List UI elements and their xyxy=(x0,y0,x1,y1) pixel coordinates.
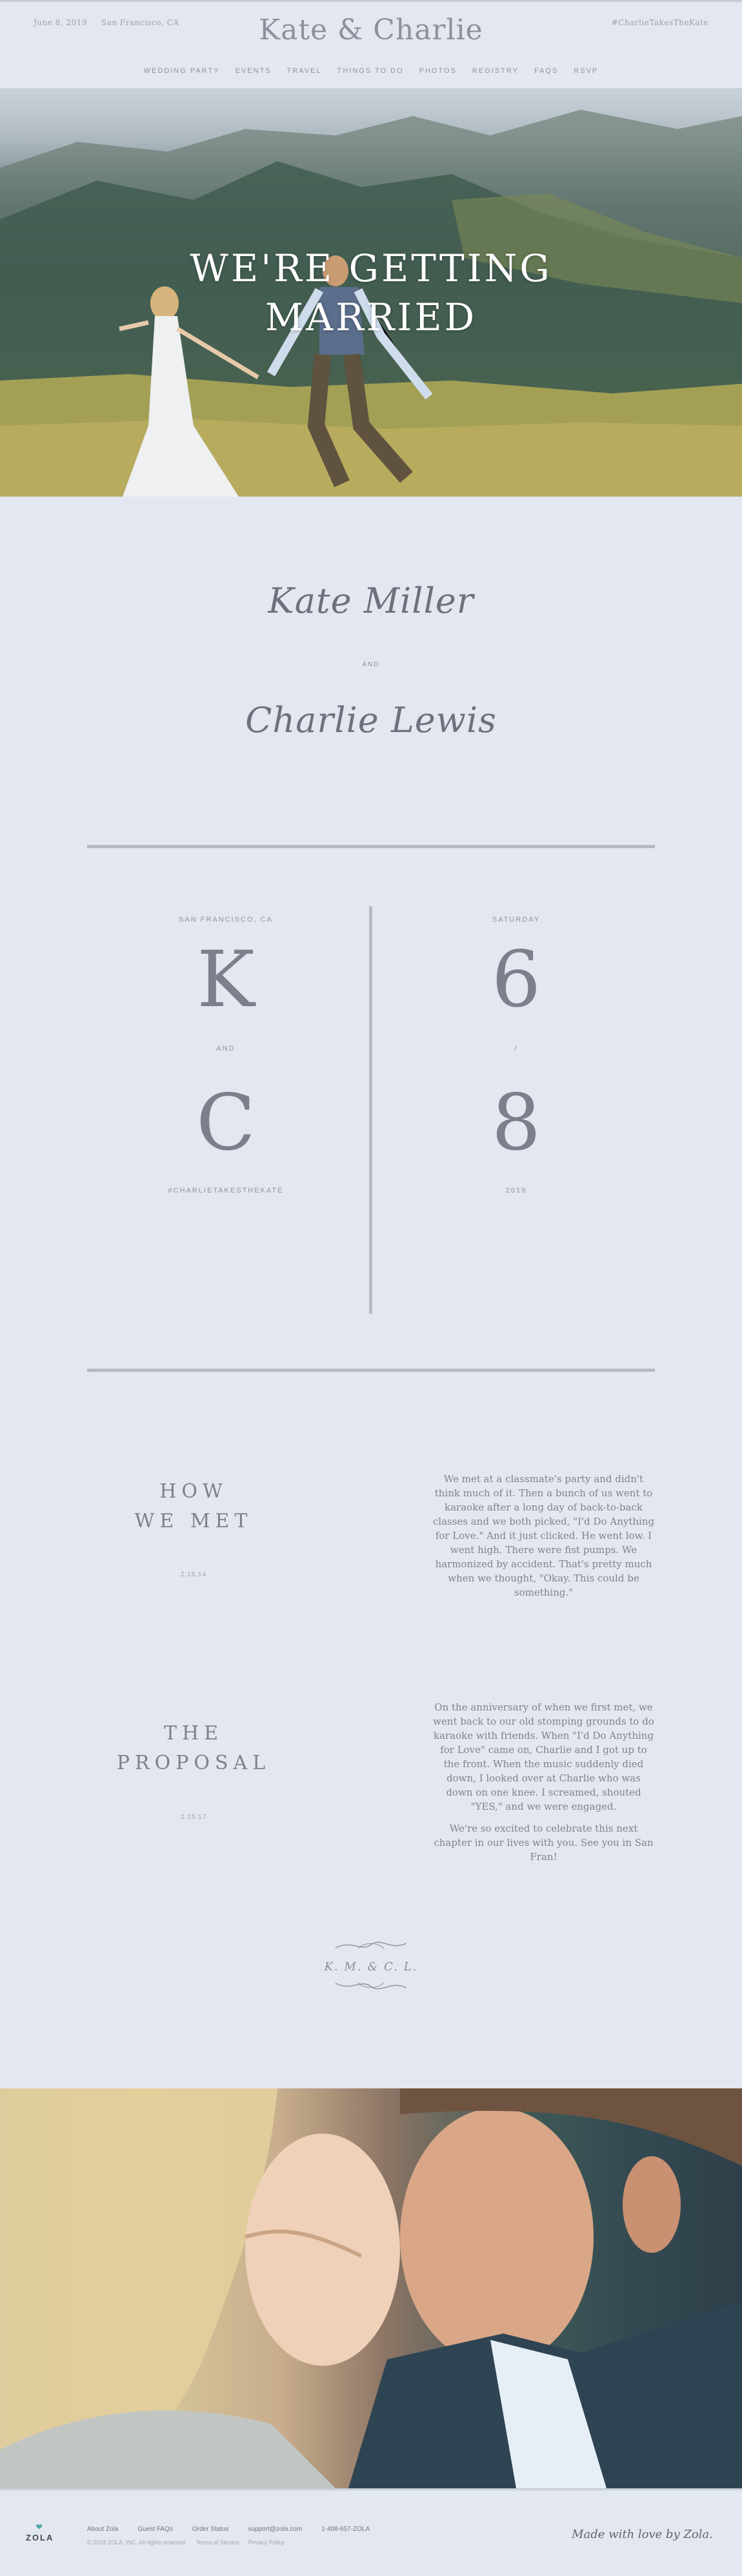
nav-things-to-do[interactable]: THINGS TO DO xyxy=(337,67,404,75)
couple-photo xyxy=(0,2088,742,2488)
footer-legal: © 2018 ZOLA, INC. All rights reserved. T… xyxy=(87,2539,285,2546)
footer-link-about[interactable]: About Zola xyxy=(87,2526,118,2533)
how-we-met-heading-line2: WE MET xyxy=(134,1510,253,1532)
monogram-location: SAN FRANCISCO, CA xyxy=(179,916,273,924)
how-we-met-text: We met at a classmate's party and didn't… xyxy=(432,1473,655,1598)
footer-copyright: © 2018 ZOLA, INC. All rights reserved. xyxy=(87,2539,187,2546)
footer-link-phone[interactable]: 1-408-657-ZOLA xyxy=(321,2526,370,2533)
site-footer: ❤ ZOLA About Zola Guest FAQs Order Statu… xyxy=(0,2488,742,2576)
flourish-bottom-icon xyxy=(335,1982,407,1990)
monogram-column: SAN FRANCISCO, CA K AND C #CHARLIETAKEST… xyxy=(90,916,361,1194)
how-we-met-date: 2.15.14 xyxy=(180,1571,207,1578)
footer-link-guest-faqs[interactable]: Guest FAQs xyxy=(137,2526,172,2533)
monogram-and: AND xyxy=(216,1045,236,1053)
footer-links: About Zola Guest FAQs Order Status suppo… xyxy=(87,2526,370,2533)
hero-image: WE'RE GETTING MARRIED xyxy=(0,90,742,497)
monogram-hashtag: #CHARLIETAKESTHEKATE xyxy=(168,1187,284,1194)
main-nav: WEDDING PARTY EVENTS TRAVEL THINGS TO DO… xyxy=(0,67,742,75)
monogram-initial-1: K xyxy=(197,935,255,1025)
header-hashtag: #CharlieTakesTheKate xyxy=(611,18,708,27)
date-day: 8 xyxy=(491,1078,541,1168)
flourish-top-icon xyxy=(335,1941,407,1949)
proposal-heading-line1: THE xyxy=(163,1722,224,1745)
date-month: 6 xyxy=(491,935,541,1025)
hero-title-line1: WE'RE GETTING xyxy=(190,246,552,290)
hero-title: WE'RE GETTING MARRIED xyxy=(0,244,742,342)
hero-title-line2: MARRIED xyxy=(265,295,477,339)
how-we-met-heading: HOW WE MET xyxy=(87,1477,300,1536)
divider-vertical xyxy=(369,906,372,1314)
footer-link-order-status[interactable]: Order Status xyxy=(192,2526,229,2533)
nav-rsvp[interactable]: RSVP xyxy=(574,67,598,75)
footer-privacy-link[interactable]: Privacy Policy xyxy=(248,2539,285,2546)
heart-icon: ❤ xyxy=(35,2522,44,2531)
couple-photo-illustration xyxy=(0,2088,742,2488)
footer-link-support-email[interactable]: support@zola.com xyxy=(248,2526,303,2533)
nav-photos[interactable]: PHOTOS xyxy=(419,67,457,75)
footer-terms-link[interactable]: Terms of Service xyxy=(196,2539,239,2546)
nav-wedding-party[interactable]: WEDDING PARTY xyxy=(144,67,220,75)
divider-top xyxy=(87,845,655,848)
divider-bottom xyxy=(87,1369,655,1372)
proposal-paragraph-1: On the anniversary of when we first met,… xyxy=(433,1701,654,1812)
date-weekday: SATURDAY xyxy=(492,916,541,924)
site-header: June 8, 2019 San Francisco, CA Kate & Ch… xyxy=(0,0,742,90)
signature-initials: K. M. & C. L. xyxy=(324,1960,418,1974)
nav-registry[interactable]: REGISTRY xyxy=(472,67,519,75)
partner2-name: Charlie Lewis xyxy=(245,700,497,740)
nav-faqs[interactable]: FAQS xyxy=(534,67,558,75)
partner1-name: Kate Miller xyxy=(268,580,474,621)
proposal-text: On the anniversary of when we first met,… xyxy=(432,1700,655,1864)
proposal-paragraph-2: We're so excited to celebrate this next … xyxy=(434,1823,654,1863)
date-column: SATURDAY 6 / 8 2019 xyxy=(381,916,652,1194)
proposal-heading: THE PROPOSAL xyxy=(87,1719,300,1778)
monogram-initial-2: C xyxy=(196,1078,256,1168)
names-and: AND xyxy=(362,661,380,668)
proposal-date: 2.15.17 xyxy=(180,1814,207,1821)
proposal-heading-line2: PROPOSAL xyxy=(116,1752,271,1774)
nav-events[interactable]: EVENTS xyxy=(236,67,272,75)
how-we-met-heading-line1: HOW xyxy=(159,1480,228,1503)
date-separator: / xyxy=(514,1045,518,1053)
zola-logo[interactable]: ❤ ZOLA xyxy=(26,2522,54,2542)
date-year: 2019 xyxy=(505,1187,527,1194)
made-with-love[interactable]: Made with love by Zola. xyxy=(572,2528,713,2541)
signature-monogram: K. M. & C. L. xyxy=(0,1938,742,1996)
nav-travel[interactable]: TRAVEL xyxy=(287,67,322,75)
zola-logo-text: ZOLA xyxy=(26,2533,54,2542)
